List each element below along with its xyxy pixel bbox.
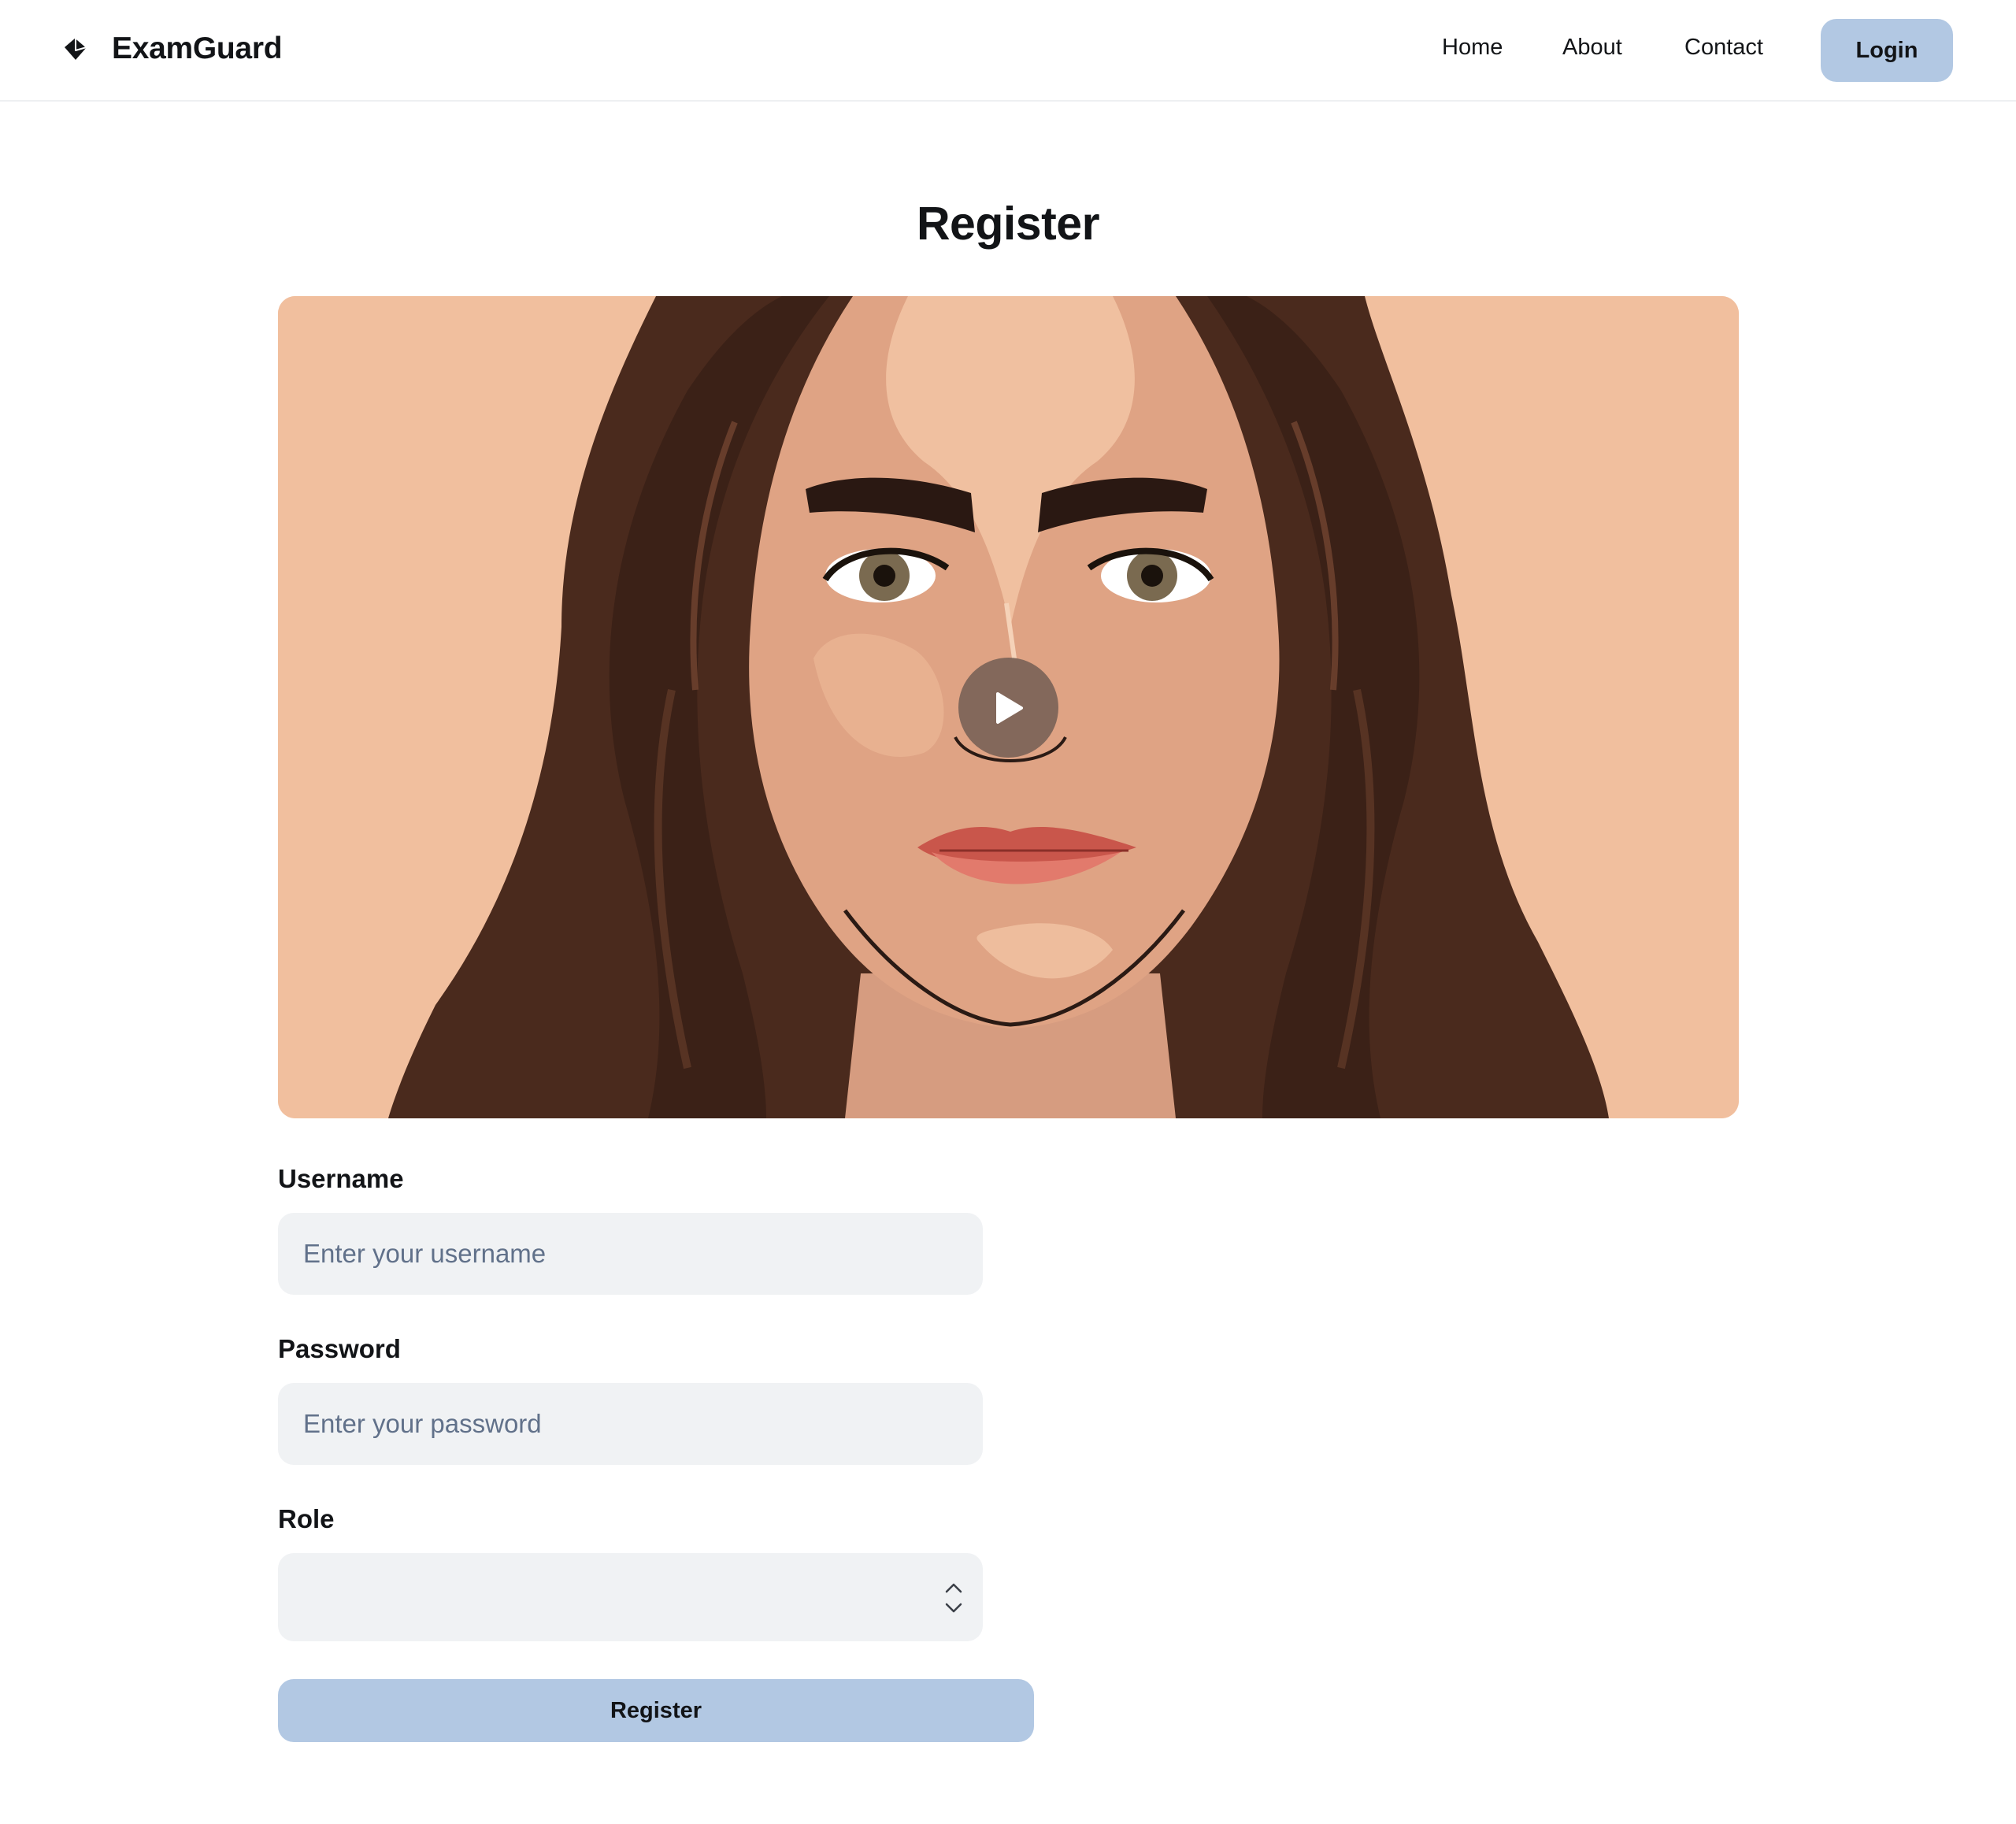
diamond-logo-icon	[65, 37, 87, 60]
nav-about-link[interactable]: About	[1562, 35, 1622, 61]
role-label: Role	[278, 1504, 335, 1533]
select-chevrons-icon	[945, 1583, 962, 1613]
password-input[interactable]	[278, 1383, 983, 1465]
login-button[interactable]: Login	[1821, 19, 1953, 82]
nav-contact-link[interactable]: Contact	[1684, 35, 1763, 61]
register-button[interactable]: Register	[278, 1679, 1034, 1742]
video-player[interactable]	[278, 296, 1739, 1118]
page-title: Register	[916, 198, 1100, 250]
username-label: Username	[278, 1164, 404, 1193]
brand-name: ExamGuard	[112, 32, 283, 65]
username-input[interactable]	[278, 1213, 983, 1295]
password-label: Password	[278, 1334, 401, 1363]
top-navbar: ExamGuard Home About Contact Login	[0, 0, 2016, 102]
role-select[interactable]	[278, 1553, 983, 1641]
play-icon	[995, 691, 1023, 724]
play-button[interactable]	[958, 658, 1058, 758]
nav-home-link[interactable]: Home	[1442, 35, 1503, 61]
brand[interactable]: ExamGuard	[63, 32, 283, 66]
